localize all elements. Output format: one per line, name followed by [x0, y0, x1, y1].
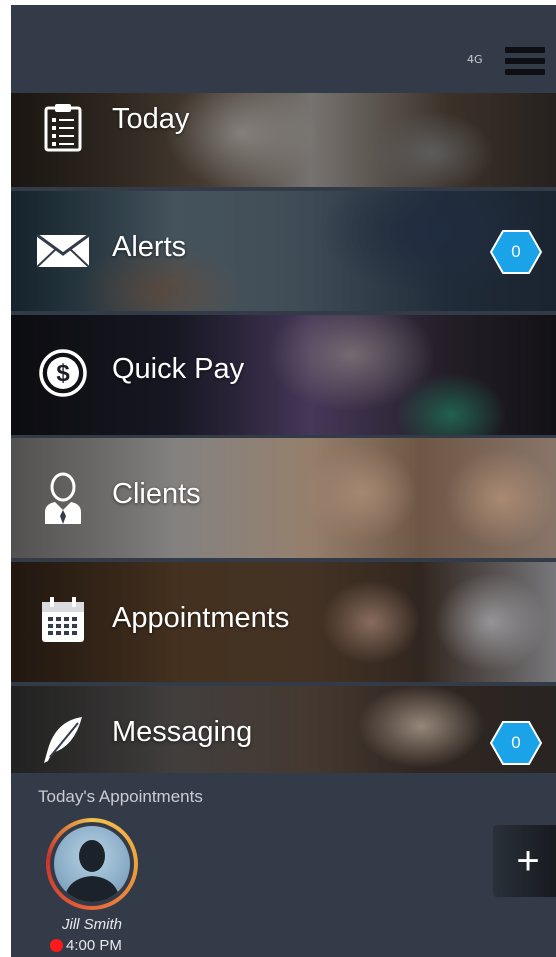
menu-item-alerts[interactable]: Alerts 0	[11, 191, 556, 311]
menu-item-clients[interactable]: Clients	[11, 438, 556, 558]
appointment-client-name: Jill Smith	[61, 916, 122, 933]
envelope-icon	[35, 223, 91, 279]
dollar-icon: $	[35, 345, 91, 401]
section-title: Today's Appointments	[38, 787, 203, 806]
menu-item-today[interactable]: Today	[11, 93, 556, 187]
todays-appointments-panel: Today's Appointments Jill Smith 4:00 PM	[11, 773, 556, 957]
calendar-icon	[35, 592, 91, 648]
appointment-time: 4:00 PM	[50, 937, 150, 954]
avatar	[46, 818, 138, 910]
status-dot-icon	[50, 939, 63, 952]
person-icon	[35, 470, 91, 526]
clipboard-icon	[35, 99, 91, 155]
menu-item-label: Clients	[112, 478, 201, 510]
menu-item-label: Today	[112, 103, 190, 135]
svg-text:$: $	[56, 360, 70, 387]
menu-item-messaging[interactable]: Messaging 0	[11, 686, 556, 773]
add-appointment-button[interactable]: +	[493, 825, 556, 897]
menu-item-quick-pay[interactable]: $ Quick Pay	[11, 315, 556, 435]
network-signal: 4G	[467, 53, 483, 66]
feather-icon	[35, 712, 91, 768]
menu-item-appointments[interactable]: Appointments	[11, 562, 556, 682]
alerts-count-badge: 0	[490, 229, 542, 275]
app-screen: 4G Today Alerts 0 $ Quick Pay Clients Ap…	[11, 5, 556, 957]
menu-item-label: Appointments	[112, 602, 290, 634]
person-silhouette-icon	[54, 826, 130, 902]
messaging-count-badge: 0	[490, 720, 542, 766]
app-header: 4G	[11, 5, 556, 97]
hamburger-menu-icon[interactable]	[503, 43, 547, 79]
menu-item-label: Alerts	[112, 231, 187, 263]
appointment-time-text: 4:00 PM	[66, 937, 122, 954]
menu-item-label: Quick Pay	[112, 353, 245, 385]
menu-item-label: Messaging	[112, 716, 253, 748]
